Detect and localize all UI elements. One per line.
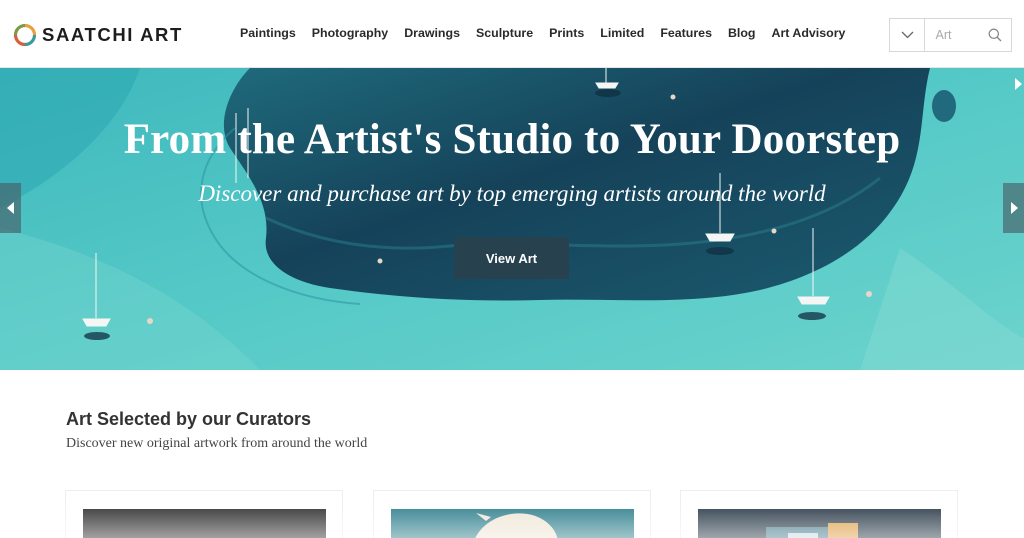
nav-prints[interactable]: Prints (549, 26, 584, 40)
view-art-button[interactable]: View Art (454, 237, 569, 279)
section-title: Art Selected by our Curators (66, 409, 312, 429)
hero-watercolor-image (0, 68, 1024, 370)
logo[interactable]: SAATCHI ART (13, 22, 183, 48)
chevron-down-icon (901, 31, 914, 39)
nav-sculpture[interactable]: Sculpture (476, 26, 533, 40)
chevron-left-icon (6, 202, 14, 214)
chevron-right-icon (1015, 78, 1022, 90)
search-input[interactable] (925, 19, 980, 51)
artwork-image (698, 509, 941, 538)
artwork-image (391, 509, 634, 538)
main-nav: Paintings Photography Drawings Sculpture… (232, 26, 853, 40)
artwork-card[interactable] (680, 490, 958, 538)
carousel-next-button[interactable] (1003, 183, 1024, 233)
nav-photography[interactable]: Photography (312, 26, 388, 40)
hero-title: From the Artist's Studio to Your Doorste… (123, 116, 901, 163)
chevron-right-icon (1010, 202, 1018, 214)
search-box (889, 18, 1012, 52)
search-category-dropdown[interactable] (890, 19, 926, 51)
site-header: SAATCHI ART Paintings Photography Drawin… (0, 0, 1024, 68)
nav-drawings[interactable]: Drawings (404, 26, 460, 40)
nav-blog[interactable]: Blog (728, 26, 756, 40)
logo-mark-icon (13, 23, 37, 47)
logo-text: SAATCHI ART (42, 24, 183, 45)
carousel-prev-button[interactable] (0, 183, 21, 233)
artwork-image (83, 509, 326, 538)
artwork-card[interactable] (65, 490, 343, 538)
hero-subtitle: Discover and purchase art by top emergin… (198, 181, 826, 206)
nav-art-advisory[interactable]: Art Advisory (772, 26, 846, 40)
hero-banner: From the Artist's Studio to Your Doorste… (0, 68, 1024, 370)
nav-limited[interactable]: Limited (600, 26, 644, 40)
nav-features[interactable]: Features (660, 26, 712, 40)
nav-paintings[interactable]: Paintings (240, 26, 296, 40)
search-button[interactable] (979, 19, 1011, 51)
section-subtitle: Discover new original artwork from aroun… (66, 436, 368, 451)
search-icon (988, 28, 1002, 42)
artwork-card[interactable] (373, 490, 651, 538)
